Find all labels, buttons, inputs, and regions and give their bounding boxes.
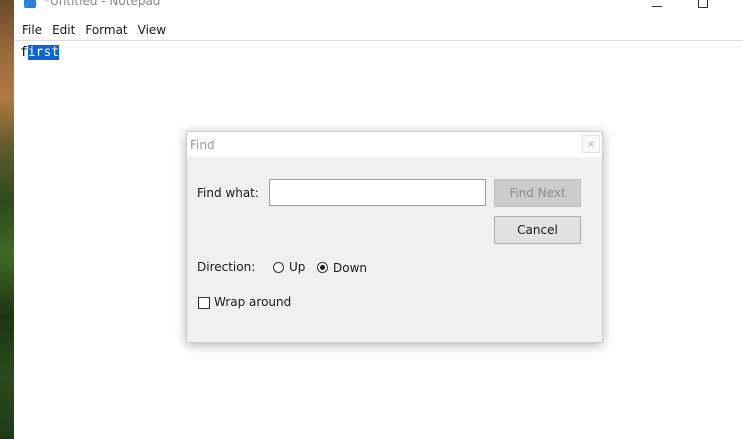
direction-up-label[interactable]: Up [289,260,305,274]
close-button[interactable]: × [582,135,600,153]
find-dialog-titlebar: Find × [187,132,602,157]
menu-edit[interactable]: Edit [47,20,80,40]
title-bar: *Untitled - Notepad [14,0,743,20]
direction-down-radio[interactable] [317,262,328,273]
maximize-icon [698,0,708,8]
wrap-around-label[interactable]: Wrap around [214,295,291,309]
cancel-button[interactable]: Cancel [494,216,581,244]
find-dialog: Find × Find what: Find Next Cancel Direc… [186,131,603,343]
minimize-icon [652,5,662,7]
editor-text-unselected: f [20,45,28,60]
desktop-wallpaper [0,0,14,439]
editor-text-selection: irst [27,45,60,60]
notepad-app-icon [24,0,36,8]
menu-format[interactable]: Format [80,20,132,40]
maximize-button[interactable] [680,0,726,10]
close-icon: × [586,138,596,150]
wrap-around-checkbox[interactable] [198,297,210,309]
find-what-label: Find what: [197,186,259,200]
direction-up-radio[interactable] [273,262,284,273]
window-title: *Untitled - Notepad [44,0,161,8]
menu-view[interactable]: View [133,20,171,40]
editor-content[interactable]: first [20,44,60,61]
find-what-input[interactable] [269,179,486,206]
direction-label: Direction: [197,260,256,274]
menu-file[interactable]: File [17,20,47,40]
minimize-button[interactable] [634,0,680,10]
find-next-button[interactable]: Find Next [494,179,581,207]
menu-bar: File Edit Format View [14,20,743,41]
direction-down-label[interactable]: Down [333,261,367,275]
find-dialog-title: Find [190,138,215,152]
